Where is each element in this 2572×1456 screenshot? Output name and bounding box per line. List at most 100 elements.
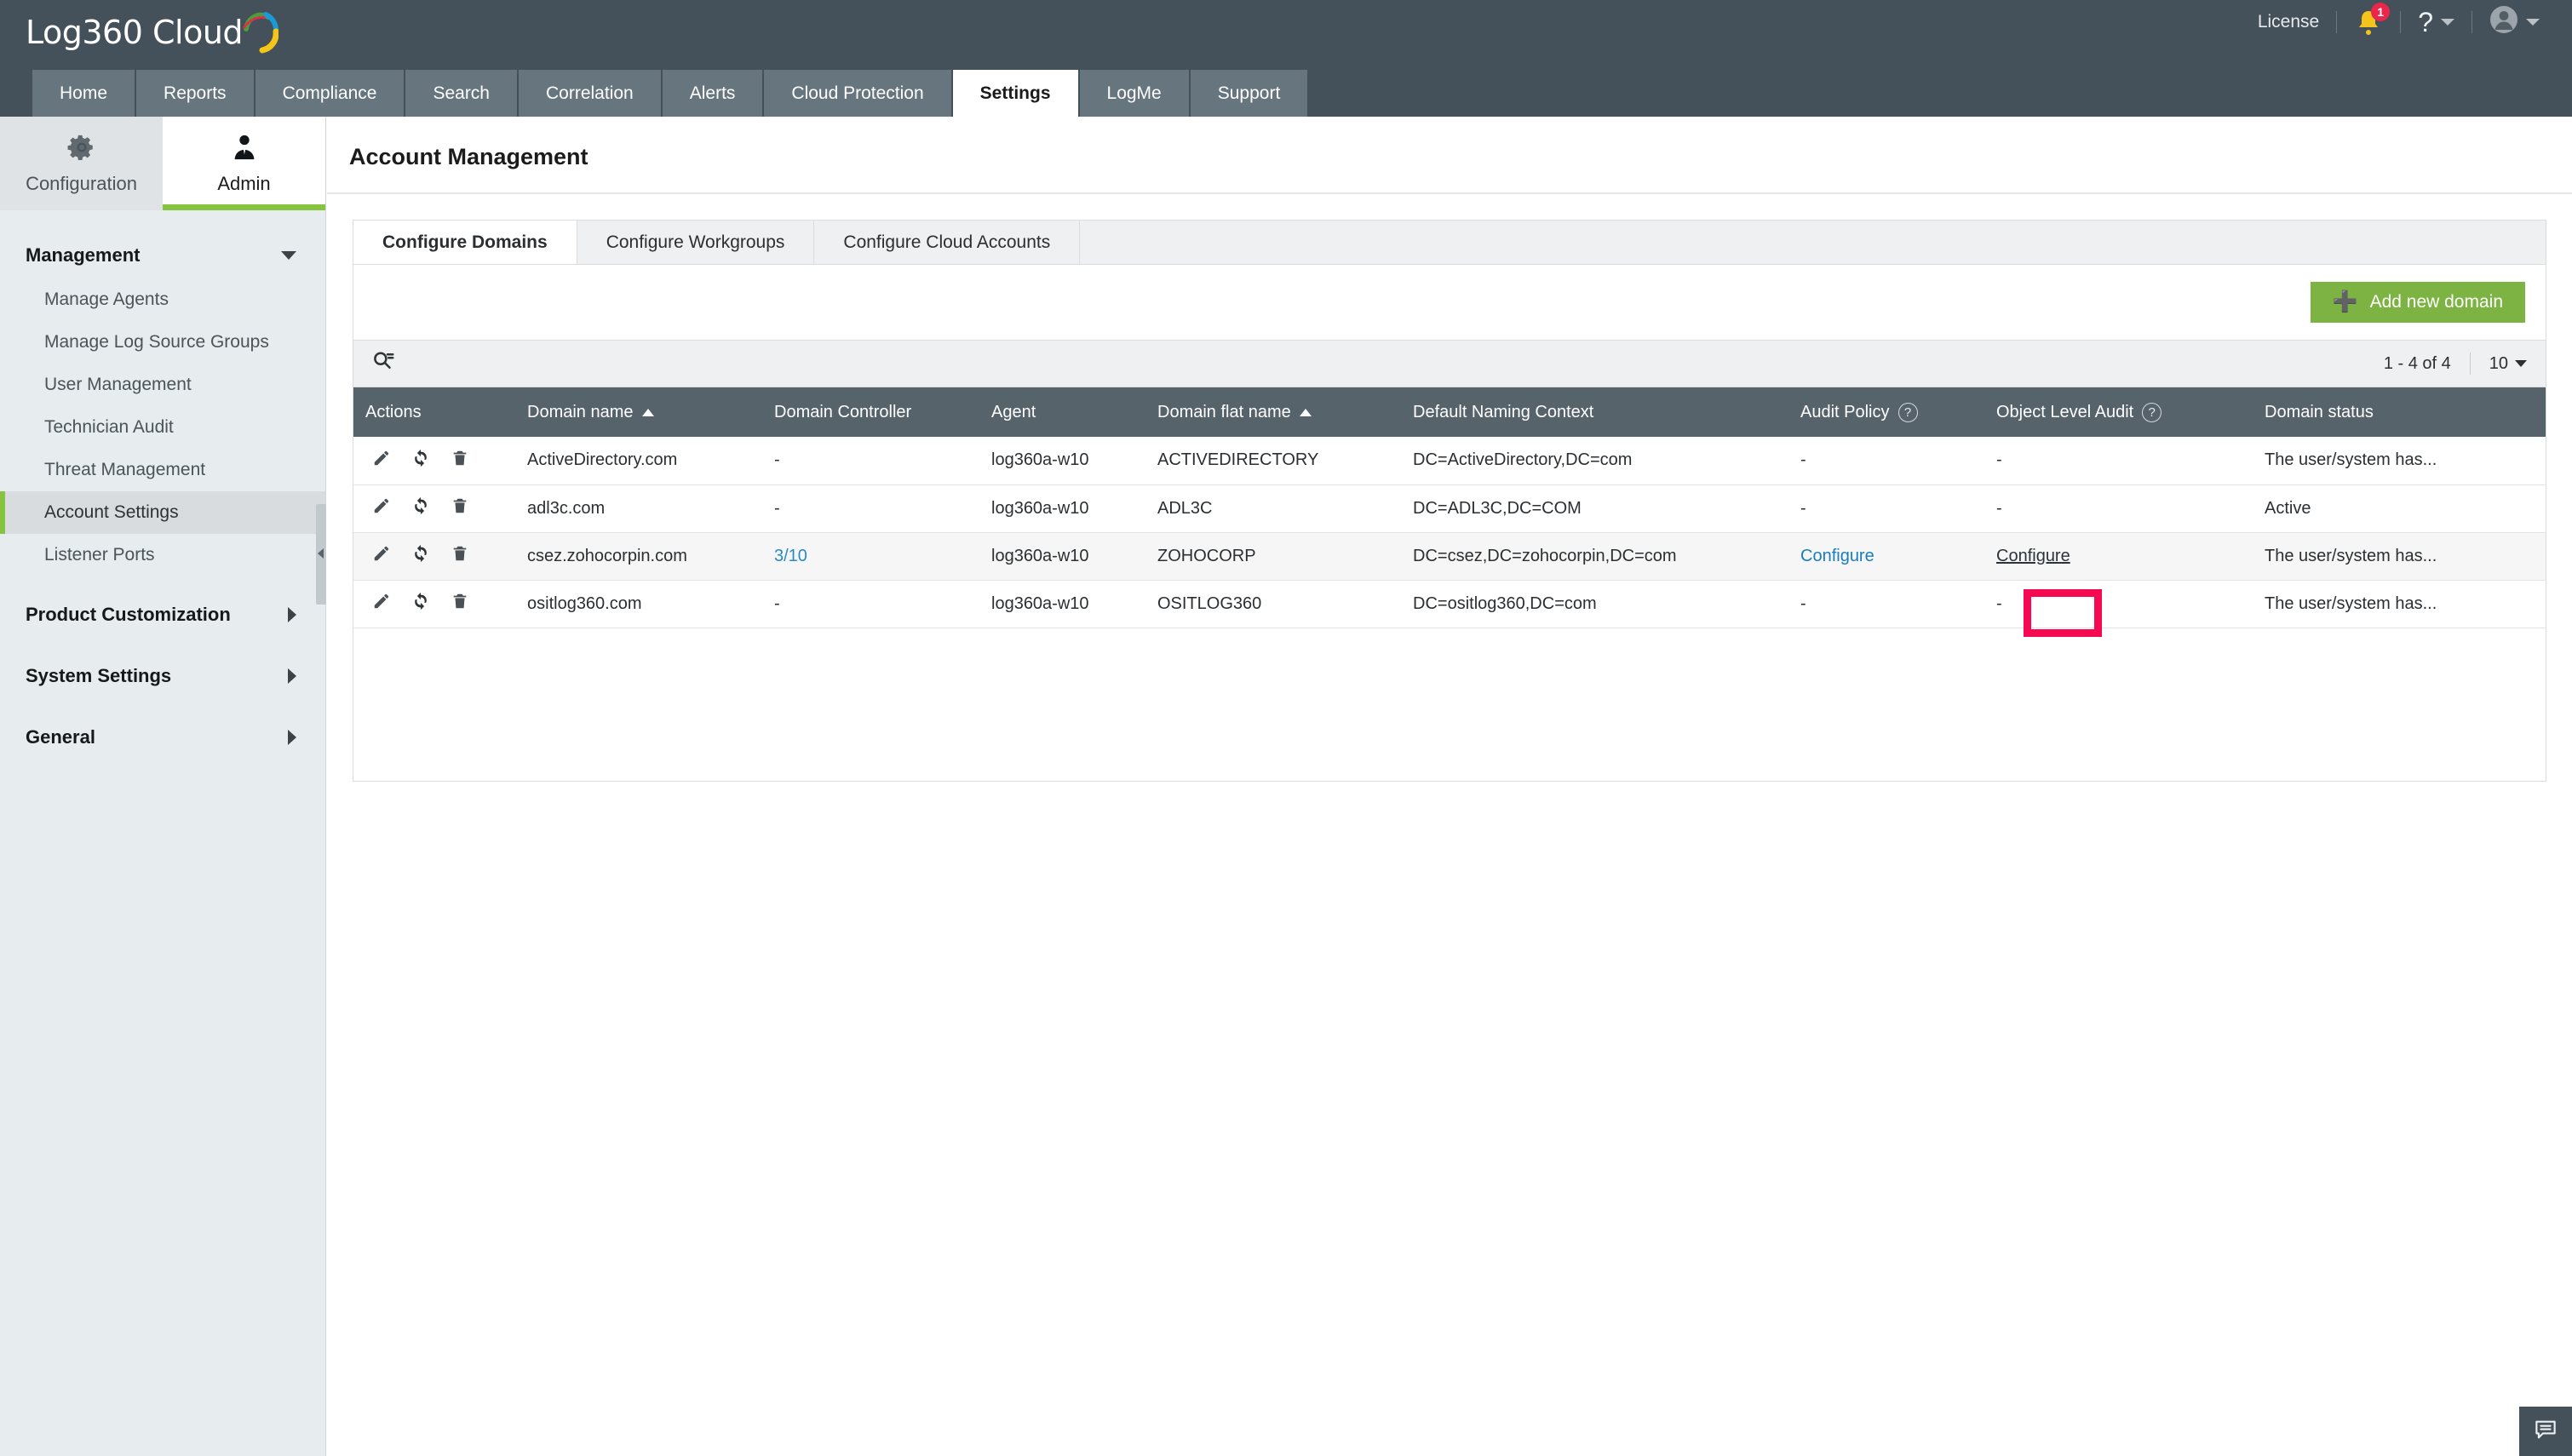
edit-pencil-icon[interactable]	[372, 449, 391, 473]
audit-policy-configure-link[interactable]: Configure	[1800, 547, 1874, 565]
cell-audit-policy: -	[1788, 580, 1984, 628]
sidebar-mode-admin[interactable]: Admin	[163, 117, 325, 210]
cell-domain-controller[interactable]: 3/10	[762, 532, 979, 580]
cell-domain-status: Active	[2253, 484, 2546, 532]
cell-domain-name: ActiveDirectory.com	[515, 437, 762, 484]
cell-agent: log360a-w10	[979, 437, 1145, 484]
notifications-button[interactable]: 1	[2337, 0, 2400, 44]
sidebar-menu: Management Manage Agents Manage Log Sour…	[0, 210, 325, 760]
sidebar-mode-configuration[interactable]: Configuration	[0, 117, 163, 210]
sidebar-collapse-handle[interactable]	[316, 504, 326, 605]
domains-card: Configure Domains Configure Workgroups C…	[353, 220, 2546, 782]
tab-configure-cloud-accounts[interactable]: Configure Cloud Accounts	[814, 221, 1080, 264]
license-link[interactable]: License	[2241, 0, 2336, 44]
nav-tab-correlation[interactable]: Correlation	[519, 70, 663, 117]
main-content: Account Management Configure Domains Con…	[327, 117, 2572, 1456]
col-domain-status[interactable]: Domain status	[2253, 387, 2546, 437]
chat-widget-button[interactable]	[2519, 1407, 2572, 1456]
col-object-level-audit[interactable]: Object Level Audit?	[1984, 387, 2253, 437]
refresh-sync-icon[interactable]	[411, 449, 430, 473]
refresh-sync-icon[interactable]	[411, 544, 430, 568]
nav-tab-compliance[interactable]: Compliance	[255, 70, 406, 117]
delete-trash-icon[interactable]	[451, 496, 469, 520]
domain-controller-count-link[interactable]: 3/10	[774, 547, 807, 565]
sidebar-group-management[interactable]: Management	[0, 232, 325, 278]
nav-tab-cloud-protection[interactable]: Cloud Protection	[764, 70, 952, 117]
sidebar-group-general-label: General	[26, 726, 95, 748]
help-icon-audit-policy[interactable]: ?	[1898, 403, 1918, 422]
app-logo[interactable]: Log360 Cloud	[26, 7, 278, 58]
cell-domain-flat-name: ADL3C	[1145, 484, 1401, 532]
help-menu-button[interactable]: ?	[2401, 0, 2472, 44]
main-navigation: Home Reports Compliance Search Correlati…	[0, 70, 2572, 117]
nav-tab-reports[interactable]: Reports	[136, 70, 255, 117]
nav-tab-support[interactable]: Support	[1191, 70, 1310, 117]
pagination: 1 - 4 of 4 10	[2384, 353, 2527, 375]
title-divider	[327, 192, 2572, 194]
cell-default-naming-context: DC=ADL3C,DC=COM	[1401, 484, 1788, 532]
delete-trash-icon[interactable]	[451, 592, 469, 616]
cell-audit-policy: -	[1788, 437, 1984, 484]
page-size-selector[interactable]: 10	[2471, 354, 2527, 374]
sidebar-item-manage-agents[interactable]: Manage Agents	[0, 278, 325, 321]
logo-swoosh-icon	[239, 10, 278, 54]
table-row[interactable]: adl3c.com - log360a-w10 ADL3C DC=ADL3C,D…	[353, 484, 2546, 532]
card-action-bar: ➕ Add new domain	[353, 265, 2546, 340]
nav-tab-home[interactable]: Home	[32, 70, 136, 117]
edit-pencil-icon[interactable]	[372, 544, 391, 568]
table-row[interactable]: ositlog360.com - log360a-w10 OSITLOG360 …	[353, 580, 2546, 628]
cell-domain-controller: -	[762, 484, 979, 532]
cell-default-naming-context: DC=ActiveDirectory,DC=com	[1401, 437, 1788, 484]
sidebar-group-product-customization[interactable]: Product Customization	[0, 592, 325, 638]
cell-default-naming-context: DC=csez,DC=zohocorpin,DC=com	[1401, 532, 1788, 580]
object-level-audit-configure-link[interactable]: Configure	[1996, 547, 2070, 565]
col-default-naming-context[interactable]: Default Naming Context	[1401, 387, 1788, 437]
nav-tab-alerts[interactable]: Alerts	[663, 70, 765, 117]
sidebar-group-system-settings[interactable]: System Settings	[0, 653, 325, 699]
delete-trash-icon[interactable]	[451, 449, 469, 473]
tab-configure-workgroups[interactable]: Configure Workgroups	[577, 221, 815, 264]
cell-audit-policy: -	[1788, 484, 1984, 532]
row-actions	[353, 437, 515, 484]
account-menu-button[interactable]	[2472, 0, 2557, 44]
cell-object-level-audit: -	[1984, 484, 2253, 532]
col-agent[interactable]: Agent	[979, 387, 1145, 437]
col-domain-name[interactable]: Domain name	[515, 387, 762, 437]
sidebar-item-manage-log-source-groups[interactable]: Manage Log Source Groups	[0, 321, 325, 364]
sidebar-mode-admin-label: Admin	[217, 173, 270, 195]
sidebar-item-technician-audit[interactable]: Technician Audit	[0, 406, 325, 449]
nav-tab-settings[interactable]: Settings	[953, 70, 1080, 117]
sidebar-item-listener-ports[interactable]: Listener Ports	[0, 534, 325, 576]
edit-pencil-icon[interactable]	[372, 496, 391, 520]
refresh-sync-icon[interactable]	[411, 592, 430, 616]
sidebar-item-threat-management[interactable]: Threat Management	[0, 449, 325, 491]
col-domain-controller[interactable]: Domain Controller	[762, 387, 979, 437]
search-filter-icon[interactable]	[370, 349, 396, 379]
cell-audit-policy[interactable]: Configure	[1788, 532, 1984, 580]
chevron-right-icon-product-customization	[288, 607, 296, 622]
help-icon-object-level-audit[interactable]: ?	[2142, 403, 2162, 422]
sidebar-group-general[interactable]: General	[0, 714, 325, 760]
col-audit-policy[interactable]: Audit Policy?	[1788, 387, 1984, 437]
domains-table: Actions Domain name Domain Controller Ag…	[353, 387, 2546, 628]
col-actions-label: Actions	[365, 403, 422, 422]
table-row[interactable]: csez.zohocorpin.com 3/10 log360a-w10 ZOH…	[353, 532, 2546, 580]
refresh-sync-icon[interactable]	[411, 496, 430, 520]
tab-configure-domains[interactable]: Configure Domains	[353, 221, 577, 264]
sidebar-item-user-management[interactable]: User Management	[0, 364, 325, 406]
row-actions	[353, 580, 515, 628]
col-default-naming-context-label: Default Naming Context	[1413, 403, 1593, 422]
table-filter-bar: 1 - 4 of 4 10	[353, 340, 2546, 387]
delete-trash-icon[interactable]	[451, 544, 469, 568]
sidebar-group-system-settings-label: System Settings	[26, 665, 171, 687]
sidebar-item-account-settings[interactable]: Account Settings	[0, 491, 325, 534]
cell-object-level-audit[interactable]: Configure	[1984, 532, 2253, 580]
table-row[interactable]: ActiveDirectory.com - log360a-w10 ACTIVE…	[353, 437, 2546, 484]
edit-pencil-icon[interactable]	[372, 592, 391, 616]
nav-tab-logme[interactable]: LogMe	[1080, 70, 1191, 117]
nav-tab-search[interactable]: Search	[405, 70, 519, 117]
col-audit-policy-label: Audit Policy	[1800, 403, 1890, 422]
col-domain-flat-name[interactable]: Domain flat name	[1145, 387, 1401, 437]
cell-domain-name: csez.zohocorpin.com	[515, 532, 762, 580]
add-new-domain-button[interactable]: ➕ Add new domain	[2311, 282, 2525, 323]
